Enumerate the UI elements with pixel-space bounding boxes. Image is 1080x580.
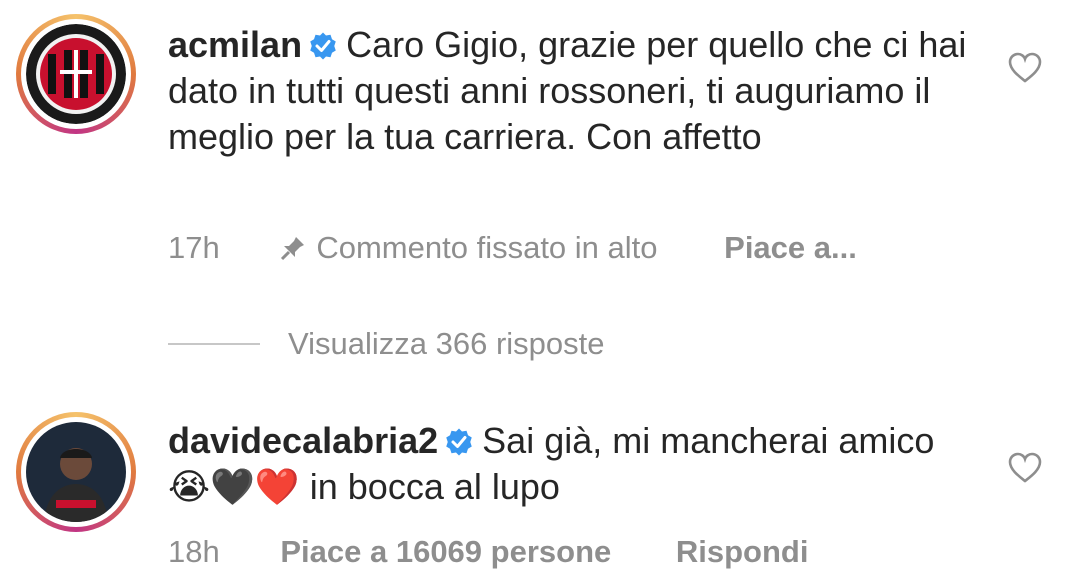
comment-text-block: davidecalabria2 Sai già, mi mancherai ami… [168,418,968,510]
reply-link[interactable]: Rispondi [676,534,809,570]
comment-davidecalabria2: davidecalabria2 Sai già, mi mancherai ami… [0,0,1080,580]
comment-username[interactable]: davidecalabria2 [168,420,438,461]
heart-outline-icon[interactable] [1008,452,1042,484]
comment-meta: 18h Piace a 16069 persone Rispondi [168,534,808,570]
red-heart-emoji: ❤️ [254,466,300,507]
crying-face-emoji: 😭 [168,466,211,507]
verified-badge-icon [446,428,472,456]
comment-text: Sai già, mi mancherai amico [482,420,935,461]
davidecalabria2-photo [26,422,126,522]
comment-text-after: in bocca al lupo [309,466,560,507]
likes-link[interactable]: Piace a 16069 persone [280,534,611,570]
black-heart-emoji: 🖤 [210,466,255,507]
avatar-davidecalabria2[interactable] [16,412,136,532]
comment-time: 18h [168,534,220,569]
